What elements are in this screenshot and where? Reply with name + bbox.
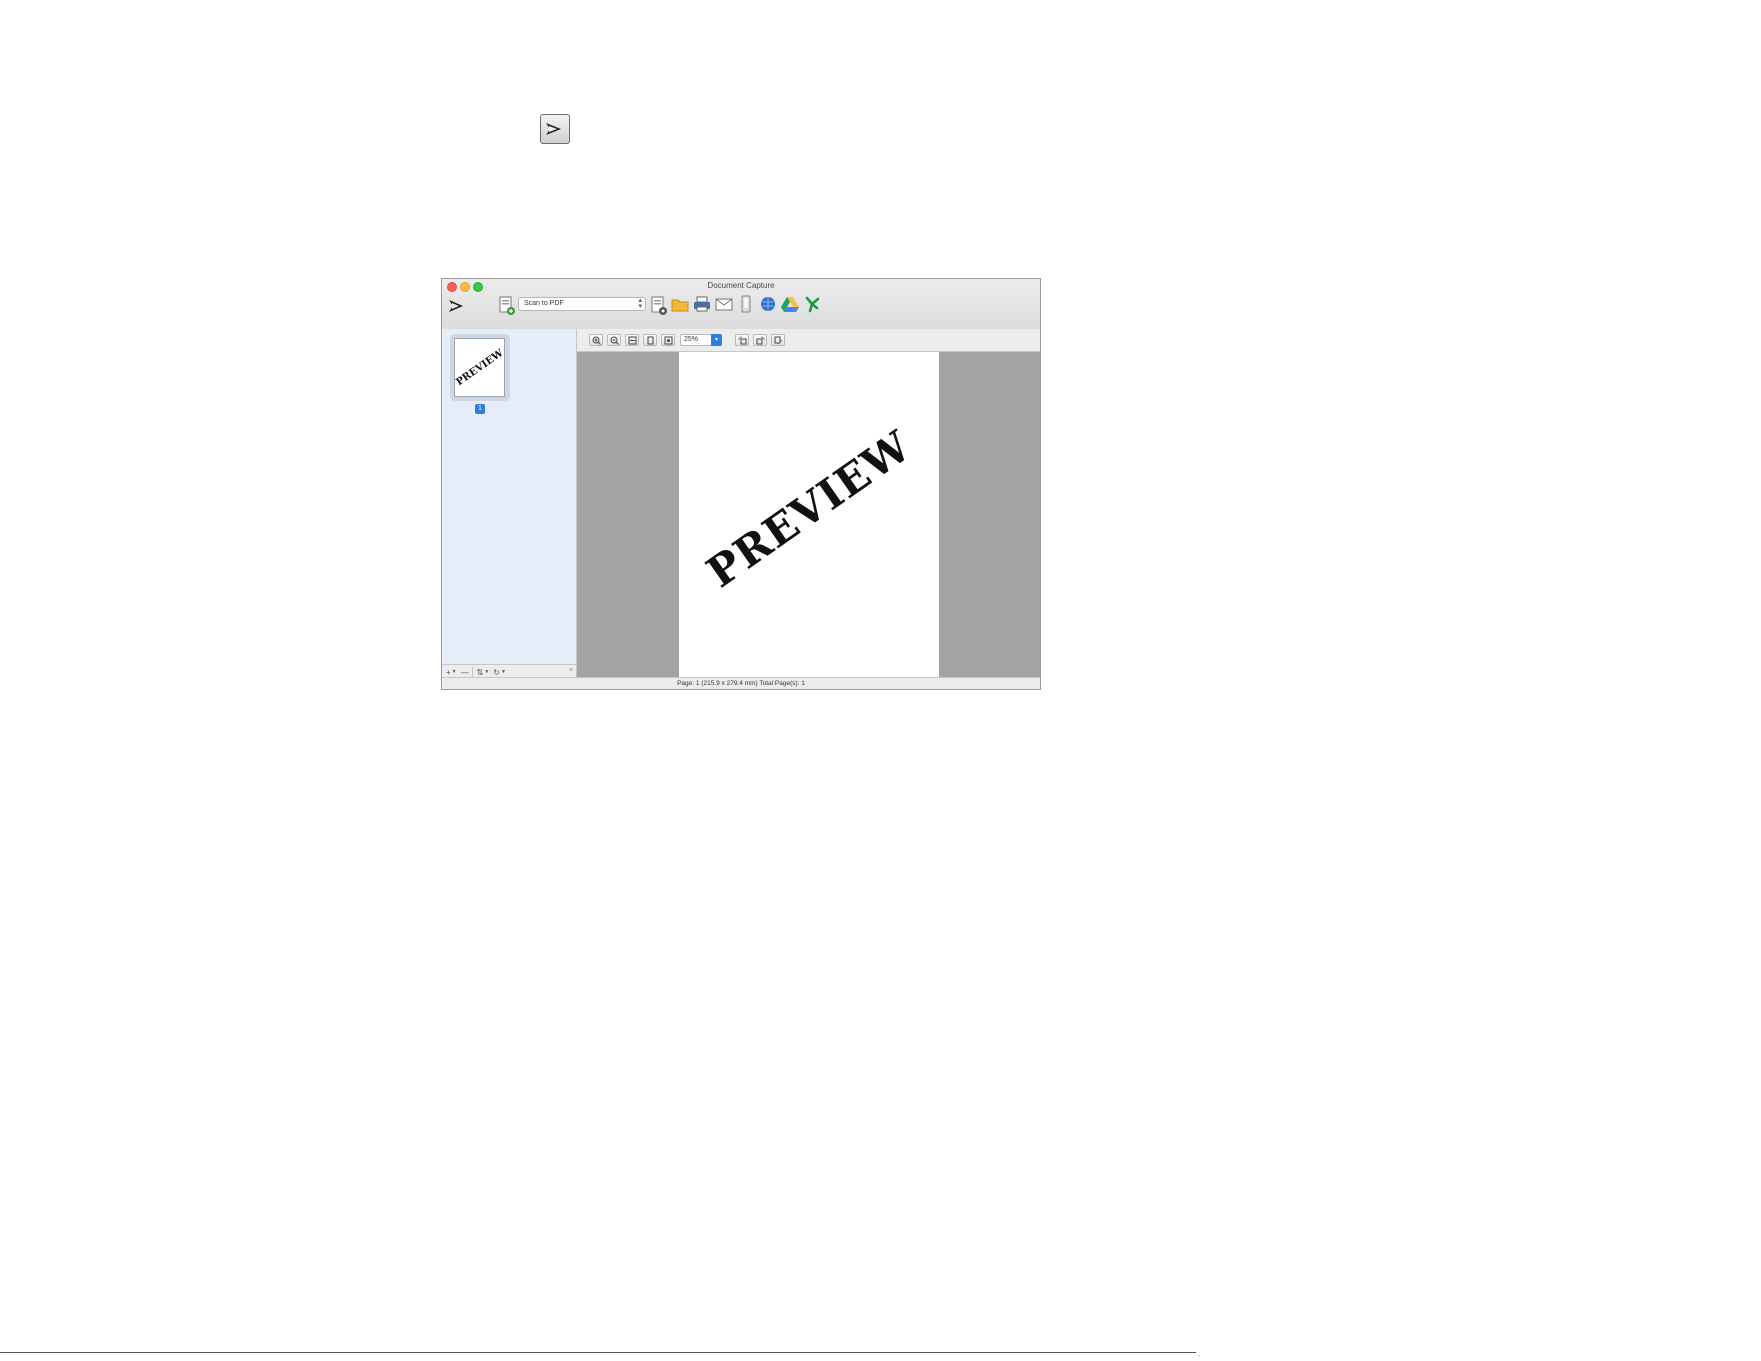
zoom-out-icon [610,336,619,345]
scan-icon [540,114,570,144]
new-job-icon[interactable] [498,295,516,317]
divider [471,667,473,677]
job-select-value: Scan to PDF [524,300,564,307]
zoom-in-icon [592,336,601,345]
rotate-left-icon [738,336,746,344]
add-page-button[interactable]: + ▼ [446,668,457,677]
remove-page-button[interactable]: — [461,668,469,677]
page-thumbnail[interactable]: PREVIEW [450,334,510,401]
rotate-pages-button[interactable]: ↻ ▼ [493,668,506,677]
thumbnail-page: PREVIEW [454,338,505,397]
preview-page: PREVIEW [679,352,939,679]
actual-size-button[interactable] [661,334,675,346]
sort-icon: ⇅ [476,667,484,677]
page-edge-mark: . [1198,1349,1201,1358]
web-icon[interactable] [758,294,778,314]
preview-watermark: PREVIEW [697,420,921,597]
printer-icon[interactable] [692,294,712,314]
edit-page-button[interactable] [771,334,785,346]
chevron-down-icon: ▼ [451,669,457,675]
rotate-right-icon [756,336,764,344]
fit-width-button[interactable] [625,334,639,346]
page-number-badge: 1 [475,404,485,414]
thumbnail-watermark: PREVIEW [454,347,505,388]
rotate-right-button[interactable] [753,334,767,346]
folder-icon[interactable] [670,294,690,314]
google-drive-icon[interactable] [780,294,800,314]
job-select[interactable]: Scan to PDF ▴ ▾ [518,297,646,311]
status-bar: Page: 1 (215.9 x 279.4 mm) Total Page(s)… [442,677,1040,689]
zoom-select[interactable]: 25% ▾ [680,334,722,346]
chevron-down-icon: ▼ [484,669,490,675]
rotate-left-button[interactable] [735,334,749,346]
minus-icon: — [460,667,469,677]
zoom-out-button[interactable] [607,334,621,346]
chevron-down-icon: ▾ [711,334,722,346]
titlebar: Document Capture Scan to PDF ▴ ▾ [442,279,1040,330]
zoom-value: 25% [684,336,699,343]
email-icon[interactable] [714,294,734,314]
sort-pages-button[interactable]: ⇅ ▼ [477,668,490,677]
scan-icon[interactable] [447,297,467,315]
fit-page-button[interactable] [643,334,657,346]
zoom-in-button[interactable] [589,334,603,346]
rotate-icon: ↻ [493,667,500,677]
plus-icon: + [446,667,451,677]
actual-size-icon [664,336,672,344]
divider [0,1352,1196,1353]
fit-width-icon [628,336,636,344]
edit-page-icon [774,336,782,344]
document-capture-window: Document Capture Scan to PDF ▴ ▾ PREVIEW… [441,278,1041,690]
fit-page-icon [647,336,653,344]
device-icon[interactable] [736,294,756,314]
select-arrows-icon: ▴ ▾ [638,297,642,310]
window-title: Document Capture [707,281,775,290]
view-toolbar: 25% ▾ [577,329,1040,352]
chevron-down-icon: ▼ [500,669,506,675]
preview-area[interactable]: PREVIEW [577,352,1040,679]
page-thumbnail-sidebar: PREVIEW 1 + ▼ — ⇅ ▼ ↻ ▼ ≡ [442,329,577,679]
resize-handle-icon[interactable]: ≡ [569,667,573,674]
job-settings-icon[interactable] [650,295,668,317]
evernote-icon[interactable] [802,294,822,314]
